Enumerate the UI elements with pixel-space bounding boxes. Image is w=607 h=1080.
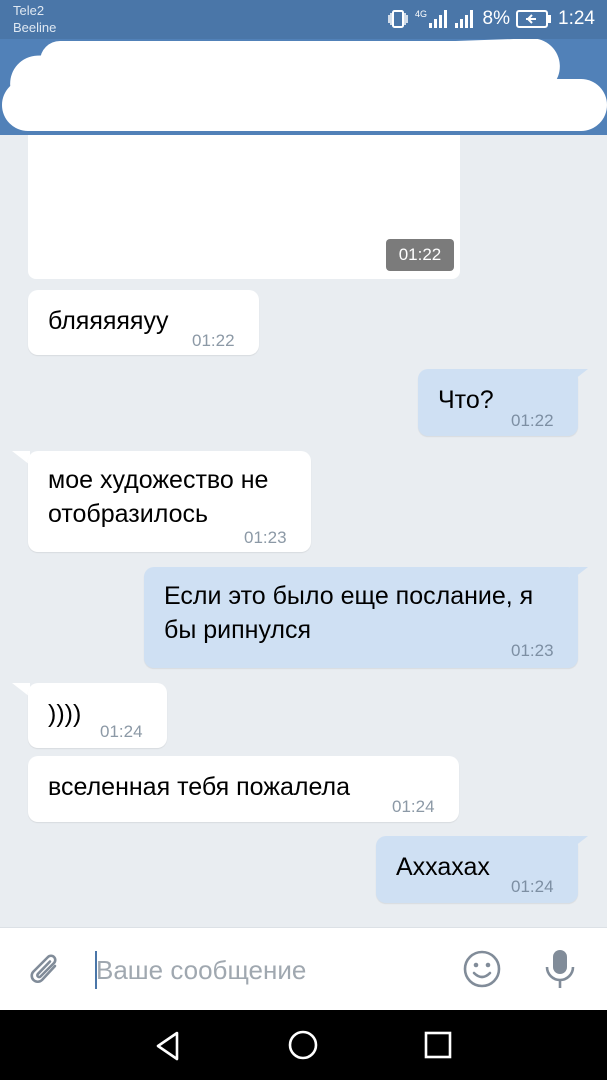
carrier-1: Tele2 xyxy=(13,3,45,18)
message-time: 01:24 xyxy=(392,797,435,816)
recents-icon[interactable] xyxy=(416,1023,460,1067)
outgoing-message[interactable]: Аххахах 01:24 xyxy=(376,836,578,903)
signal-icon-1: 4G xyxy=(415,8,447,30)
message-text: Если это было еще послание, я бы рипнулс… xyxy=(164,579,533,647)
attach-icon[interactable] xyxy=(22,946,70,994)
microphone-icon[interactable] xyxy=(536,945,584,993)
message-time: 01:24 xyxy=(100,722,143,741)
message-text: Аххахах xyxy=(396,853,490,881)
incoming-message[interactable]: мое художество не отобразилось 01:23 xyxy=(28,451,311,552)
incoming-message[interactable]: вселенная тебя пожалела 01:24 xyxy=(28,756,459,822)
message-line: мое художество не xyxy=(48,466,269,494)
message-time: 01:23 xyxy=(511,641,554,660)
outgoing-message[interactable]: Что? 01:22 xyxy=(418,369,578,436)
message-input[interactable]: Ваше сообщение xyxy=(96,950,306,990)
battery-icon xyxy=(516,10,552,28)
incoming-message[interactable]: )))) 01:24 xyxy=(28,683,167,748)
network-type: 4G xyxy=(415,9,427,19)
signal-icon-2 xyxy=(453,8,477,30)
message-text: Что? xyxy=(438,386,494,414)
message-list[interactable]: 01:22 бляяяяяуу 01:22 Что? 01:22 мое худ… xyxy=(0,135,607,927)
message-time: 01:22 xyxy=(192,331,235,350)
clock: 1:24 xyxy=(558,8,595,29)
back-icon[interactable] xyxy=(146,1024,190,1068)
bubble-tail xyxy=(570,369,588,383)
battery-percent: 8% xyxy=(482,8,511,29)
outgoing-message[interactable]: Если это было еще послание, я бы рипнулс… xyxy=(144,567,578,668)
photo-message[interactable]: 01:22 xyxy=(28,135,460,279)
status-indicators: 4G 8% 1:24 xyxy=(387,7,595,31)
message-time: 01:24 xyxy=(511,877,554,896)
bubble-tail xyxy=(570,567,588,581)
incoming-message[interactable]: бляяяяяуу 01:22 xyxy=(28,290,259,355)
message-line: Если это было еще послание, я xyxy=(164,582,534,610)
message-time: 01:23 xyxy=(244,528,287,547)
message-text: бляяяяяуу xyxy=(48,307,169,335)
compose-bar: Ваше сообщение xyxy=(0,927,607,1011)
emoji-icon[interactable] xyxy=(458,945,506,993)
carrier-2: Beeline xyxy=(13,20,57,35)
message-line: бы рипнулся xyxy=(164,616,312,644)
message-time: 01:22 xyxy=(386,239,454,271)
redaction-scribble xyxy=(40,41,520,81)
carrier-labels: Tele2 Beeline xyxy=(13,2,56,36)
bubble-tail xyxy=(570,836,588,850)
message-text: мое художество не отобразилось xyxy=(48,463,268,531)
message-line: отобразилось xyxy=(48,500,208,528)
message-text: )))) xyxy=(48,700,82,728)
message-text: вселенная тебя пожалела xyxy=(48,773,351,801)
message-time: 01:22 xyxy=(511,411,554,430)
system-nav-bar xyxy=(0,1010,607,1080)
chat-header xyxy=(0,39,607,135)
redaction-scribble xyxy=(2,79,607,131)
status-bar: Tele2 Beeline 4G 8% 1:24 xyxy=(0,0,607,39)
vibrate-icon xyxy=(387,9,409,29)
home-icon[interactable] xyxy=(281,1023,325,1067)
